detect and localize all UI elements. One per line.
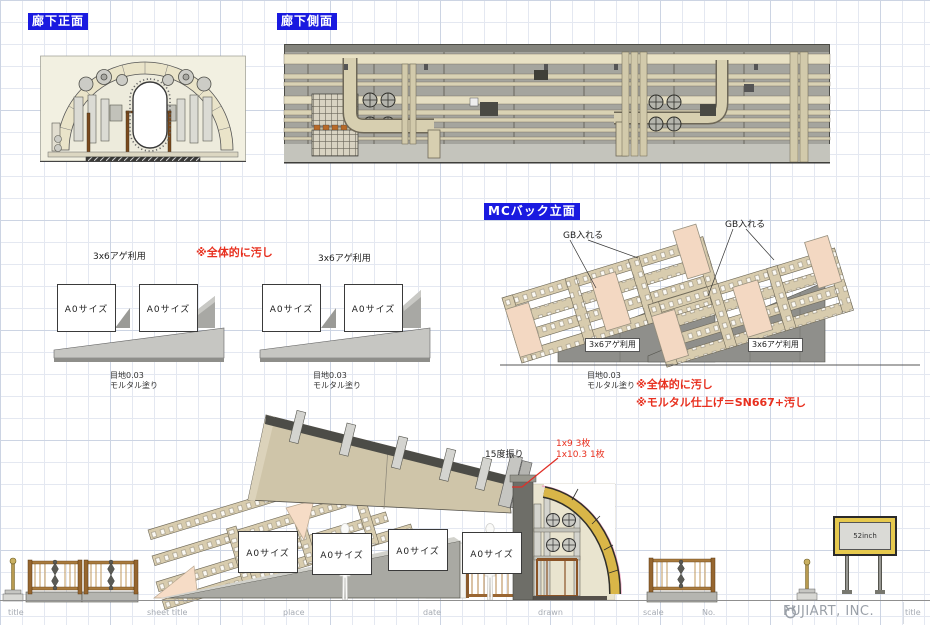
mc-red-note-1: ※全体的に汚し	[636, 376, 713, 392]
corridor-side-drawing	[284, 44, 830, 164]
monitor-screen: 52inch	[839, 522, 891, 550]
a0-panel: A0サイズ	[139, 284, 198, 332]
fence-left-drawing	[2, 556, 142, 606]
angle-note: 15度振り	[485, 447, 523, 460]
joint-line2: モルタル塗り	[110, 381, 158, 391]
a0-panel: A0サイズ	[462, 532, 522, 574]
a0-panel: A0サイズ	[57, 284, 116, 332]
monitor-leg-right	[878, 556, 882, 590]
ramp	[54, 328, 224, 358]
gb-note-left: GB入れる	[563, 228, 603, 241]
sheet-count-note: 1x9 3枚 1x10.3 1枚	[556, 439, 605, 461]
joint-line1: 目地0.03	[313, 371, 361, 381]
tilted-plane	[248, 410, 532, 513]
field-date: date	[423, 608, 441, 617]
step-shadow	[115, 308, 130, 328]
title-block: title sheet title place date drawn scale…	[0, 600, 930, 625]
a0-panel: A0サイズ	[238, 531, 298, 573]
step-left-joint-note: 目地0.03 モルタル塗り	[110, 371, 158, 391]
joint-line2: モルタル塗り	[587, 381, 635, 391]
a0-panel: A0サイズ	[312, 533, 372, 575]
floor-slab	[48, 152, 238, 157]
fence-ornament	[678, 560, 685, 588]
a0-panel: A0サイズ	[388, 529, 448, 571]
company-logo: FUJIART, INC.	[783, 604, 874, 619]
step-shadow	[321, 308, 336, 328]
field-scale: scale	[643, 608, 664, 617]
joint-line2: モルタル塗り	[313, 381, 361, 391]
mc-joint-note: 目地0.03 モルタル塗り	[587, 371, 635, 391]
a0-panel: A0サイズ	[344, 284, 403, 332]
mc-wall-tag-right: 3x6アゲ利用	[748, 338, 803, 352]
view-label-mc-back: MCバック立面	[484, 203, 580, 220]
fence-ornament	[52, 560, 115, 590]
monitor-leg-left	[845, 556, 849, 590]
step-right-joint-note: 目地0.03 モルタル塗り	[313, 371, 361, 391]
sheet-count-line2: 1x10.3 1枚	[556, 450, 605, 461]
field-drawn: drawn	[538, 608, 563, 617]
a0-panel: A0サイズ	[262, 284, 321, 332]
joint-line1: 目地0.03	[110, 371, 158, 381]
corridor-front-drawing	[40, 53, 246, 164]
field-sheet-title: sheet title	[147, 608, 187, 617]
bollard	[3, 558, 23, 601]
bollard	[797, 559, 817, 600]
field-title: title	[8, 608, 24, 617]
step-left-tag: 3x6アゲ利用	[93, 249, 146, 262]
main-elevation-drawing	[148, 408, 648, 602]
monitor-frame: 52inch	[833, 516, 897, 556]
view-label-corridor-front: 廊下正面	[28, 13, 88, 30]
title-block-divider	[903, 602, 904, 624]
view-label-corridor-side: 廊下側面	[277, 13, 337, 30]
field-title-right: title	[905, 608, 921, 617]
arch-assembly	[531, 484, 621, 600]
field-place: place	[283, 608, 305, 617]
sheet-count-line1: 1x9 3枚	[556, 439, 605, 450]
mc-red-note-2: ※モルタル仕上げ＝SN667+汚し	[636, 394, 806, 410]
monitor-foot-left	[842, 590, 852, 594]
monitor-foot-right	[875, 590, 885, 594]
gb-note-right: GB入れる	[725, 217, 765, 230]
step-right-tag: 3x6アゲ利用	[318, 251, 371, 264]
step-left-red-note: ※全体的に汚し	[196, 244, 273, 260]
hatched-base	[86, 157, 200, 162]
field-no: No.	[702, 608, 715, 617]
drawing-sheet: 廊下正面 廊下側面 MCバック立面 3x6アゲ利用 ※全体的に汚し 3x6アゲ利…	[0, 0, 930, 625]
fujiart-logo-icon	[783, 604, 798, 619]
capsule-window	[133, 82, 167, 148]
joint-line1: 目地0.03	[587, 371, 635, 381]
mc-wall-tag-left: 3x6アゲ利用	[585, 338, 640, 352]
fence-right-drawing	[645, 556, 825, 604]
fence-panels	[26, 560, 138, 602]
ramp	[260, 328, 430, 358]
